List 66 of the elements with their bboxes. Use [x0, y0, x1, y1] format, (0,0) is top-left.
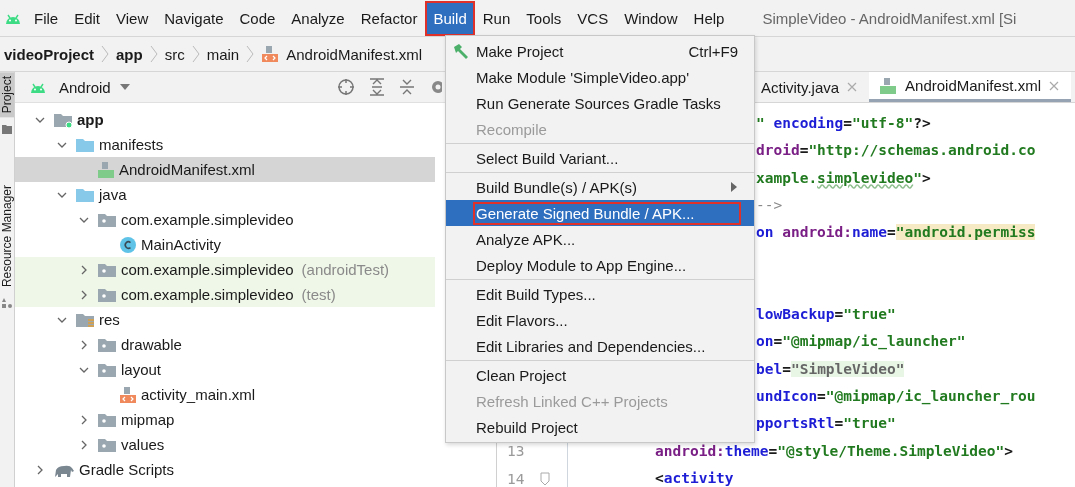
editor-tab[interactable]: Activity.java: [759, 72, 870, 102]
menu-item[interactable]: Clean Project: [446, 362, 754, 388]
code-line: on="@mipmap/ic_launcher": [756, 332, 966, 352]
tree-row[interactable]: Gradle Scripts: [15, 457, 435, 482]
menu-item[interactable]: Tools: [520, 2, 568, 34]
menu-item[interactable]: Deploy Module to App Engine...: [446, 252, 754, 278]
breadcrumb-item[interactable]: videoProject: [4, 45, 95, 63]
menu-item[interactable]: Build: [427, 2, 473, 34]
code-line: droid="http://schemas.android.co: [756, 141, 1036, 161]
code-line: undIcon="@mipmap/ic_launcher_rou: [756, 386, 1036, 407]
tree-row[interactable]: MainActivity: [15, 232, 435, 257]
code-line: -->: [756, 195, 783, 215]
tree-row[interactable]: activity_main.xml: [15, 382, 435, 407]
menu-item[interactable]: Analyze APK...: [446, 226, 754, 252]
menu-item[interactable]: Refactor: [354, 2, 424, 34]
breadcrumb-item[interactable]: main: [206, 45, 240, 63]
tree-row[interactable]: layout: [15, 357, 435, 382]
tree-row[interactable]: app: [15, 107, 435, 132]
menu-item[interactable]: Build Bundle(s) / APK(s): [446, 174, 754, 200]
code-line: " encoding="utf-8"?>: [756, 114, 931, 133]
tool-window-tab[interactable]: Resource Manager: [0, 181, 14, 292]
menu-item[interactable]: Edit Flavors...: [446, 307, 754, 333]
menu-item[interactable]: Window: [618, 2, 684, 34]
breadcrumb-item[interactable]: app: [116, 45, 143, 63]
menu-item[interactable]: Navigate: [158, 2, 230, 34]
menu-item[interactable]: Code: [233, 2, 282, 34]
menu-item[interactable]: Run Generate Sources Gradle Tasks: [446, 90, 754, 116]
view-dropdown[interactable]: Android: [59, 78, 111, 96]
tree-row[interactable]: manifests: [15, 132, 435, 157]
menu-item[interactable]: View: [110, 2, 155, 34]
code-line: on android:name="android.permiss: [756, 223, 1036, 243]
tree-row[interactable]: drawable: [15, 332, 435, 357]
menu-item[interactable]: Run: [476, 2, 517, 34]
tree-row[interactable]: com.example.simplevideo (androidTest): [15, 257, 435, 282]
tree-row[interactable]: values: [15, 432, 435, 457]
tree-row[interactable]: com.example.simplevideo: [15, 207, 435, 232]
tree-row[interactable]: java: [15, 182, 435, 207]
menu-item[interactable]: Edit: [68, 2, 107, 34]
tool-window-tab[interactable]: Project: [0, 72, 14, 118]
breadcrumb-item[interactable]: src: [164, 45, 185, 63]
menu-item[interactable]: Help: [687, 2, 731, 34]
line-number: 14: [507, 470, 525, 487]
menu-item[interactable]: Rebuild Project: [446, 414, 754, 440]
code-line: <activity: [655, 468, 734, 487]
code-line: android:theme="@style/Theme.SimpleVideo">: [655, 441, 1013, 461]
tree-row[interactable]: res: [15, 307, 435, 332]
menu-item[interactable]: Edit Libraries and Dependencies...: [446, 333, 754, 359]
menu-item[interactable]: Make Module 'SimpleVideo.app': [446, 64, 754, 90]
menu-item[interactable]: File: [28, 2, 65, 34]
menu-item[interactable]: Edit Build Types...: [446, 281, 754, 307]
breadcrumb-item[interactable]: AndroidManifest.xml: [286, 45, 423, 63]
code-line: bel="SimpleVideo": [756, 359, 905, 379]
tree-row[interactable]: AndroidManifest.xml: [15, 157, 435, 182]
menu-item[interactable]: Analyze: [285, 2, 351, 34]
menu-item[interactable]: Select Build Variant...: [446, 145, 754, 171]
editor-tab[interactable]: AndroidManifest.xml: [869, 72, 1071, 102]
menu-item[interactable]: Generate Signed Bundle / APK...: [446, 200, 754, 226]
code-line: lowBackup="true": [756, 305, 896, 325]
tree-row[interactable]: mipmap: [15, 407, 435, 432]
code-line: pportsRtl="true": [756, 414, 896, 434]
line-number: 13: [507, 443, 525, 460]
menu-item[interactable]: Make Project Ctrl+F9: [446, 38, 754, 64]
window-title: SimpleVideo - AndroidManifest.xml [Si: [762, 9, 1017, 27]
code-line: xample.simplevideo">: [756, 168, 931, 188]
menu-item[interactable]: VCS: [571, 2, 615, 34]
tree-row[interactable]: com.example.simplevideo (test): [15, 282, 435, 307]
